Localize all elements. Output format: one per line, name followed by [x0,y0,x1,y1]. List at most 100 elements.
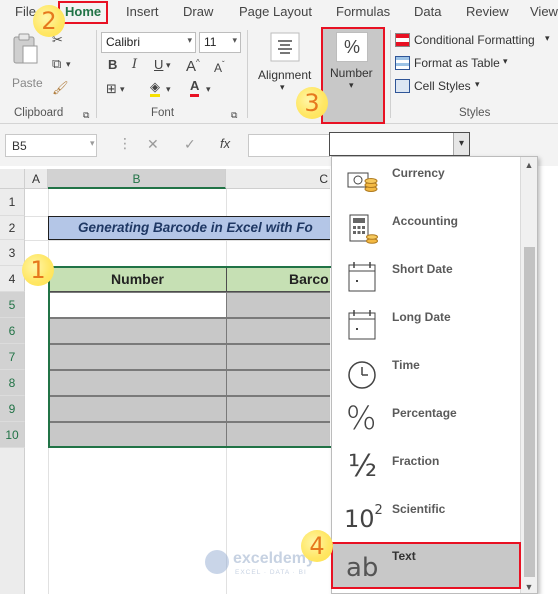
header-cell-barcode[interactable]: Barco [226,266,330,292]
cell-c10[interactable] [226,422,330,448]
chevron-down-icon: ▾ [280,82,285,92]
enter-icon[interactable]: ✓ [184,136,196,153]
cell-styles-button[interactable]: Cell Styles ▾ [395,78,555,96]
row-header-6[interactable]: 6 [0,318,25,344]
cell-c8[interactable] [226,370,330,396]
scientific-base: 10 [344,505,375,533]
cell-b5[interactable] [48,292,227,318]
grow-font-icon[interactable]: A^ [186,56,200,74]
long-date-icon [348,310,376,340]
shrink-font-icon[interactable]: Aˇ [214,58,225,75]
format-as-table-label: Format as Table [414,56,500,70]
menu-item-accounting[interactable]: Accounting [332,205,522,253]
format-as-table-icon [395,56,410,70]
step-callout-3: 3 [296,87,328,119]
scroll-up-icon[interactable]: ▲ [521,157,537,173]
cell-b6[interactable] [48,318,227,344]
row-header-1[interactable]: 1 [0,189,25,216]
clipboard-group-label: Clipboard [14,107,64,119]
format-painter-icon[interactable]: 🖌 [52,81,69,95]
currency-icon [347,172,378,192]
menu-item-short-date[interactable]: Short Date [332,253,522,301]
gridline [25,240,330,241]
scrollbar-thumb[interactable] [524,247,535,577]
number-format-menu: Currency Accounting Short Date Long Date… [331,156,538,594]
cell-b8[interactable] [48,370,227,396]
font-launcher-icon[interactable]: ⧉ [231,108,237,122]
row-header-7[interactable]: 7 [0,344,25,370]
underline-button[interactable]: U [154,58,163,72]
cell-styles-label: Cell Styles [414,79,471,93]
ribbon-separator [96,30,97,118]
menu-item-long-date[interactable]: Long Date [332,301,522,349]
accounting-icon [349,214,378,244]
chevron-down-icon[interactable]: ▾ [453,133,469,155]
number-button-highlight [321,27,385,124]
borders-dropdown-icon[interactable]: ▾ [120,82,125,96]
font-size-select[interactable]: 11 ▾ [199,32,241,53]
font-group-label: Font [151,107,175,119]
alignment-icon [270,32,300,62]
sheet-title-cell[interactable]: Generating Barcode in Excel with Fo [48,216,330,240]
borders-icon[interactable]: ⊞ [106,82,117,96]
row-header-5[interactable]: 5 [0,292,25,318]
tab-insert[interactable]: Insert [126,4,159,19]
bold-button[interactable]: B [108,58,117,72]
paste-button[interactable]: Paste [8,32,44,92]
row-header-9[interactable]: 9 [0,396,25,422]
column-header-c[interactable]: C [226,169,330,189]
menu-item-label: Currency [392,166,445,180]
cell-c7[interactable] [226,344,330,370]
cell-b9[interactable] [48,396,227,422]
format-as-table-button[interactable]: Format as Table ▾ [395,55,555,73]
tab-data[interactable]: Data [414,4,441,19]
menu-item-percentage[interactable]: % Percentage [332,397,522,445]
ribbon-separator [390,30,391,118]
copy-icon[interactable]: ⧉ [52,57,61,71]
cell-c5[interactable] [226,292,330,318]
scroll-down-icon[interactable]: ▼ [521,579,537,593]
step-callout-4: 4 [301,530,333,562]
cancel-icon[interactable]: ✕ [147,136,159,153]
cell-b7[interactable] [48,344,227,370]
column-header-a[interactable]: A [25,169,48,189]
tab-review[interactable]: Review [466,4,509,19]
tab-page-layout[interactable]: Page Layout [239,4,312,19]
menu-scrollbar[interactable]: ▲ ▼ [520,157,537,593]
copy-dropdown-icon[interactable]: ▾ [66,57,71,71]
name-box-dropdown-icon[interactable]: ▾ [90,138,95,149]
clipboard-launcher-icon[interactable]: ⧉ [83,108,89,122]
conditional-formatting-icon [395,33,410,47]
row-header-10[interactable]: 10 [0,422,25,448]
cell-c6[interactable] [226,318,330,344]
formula-input[interactable] [248,134,330,157]
row-header-3[interactable]: 3 [0,240,25,266]
menu-item-fraction[interactable]: ½ Fraction [332,445,522,493]
insert-function-icon[interactable]: fx [220,136,230,151]
name-box[interactable]: B5 [5,134,97,157]
underline-dropdown-icon[interactable]: ▾ [166,58,171,72]
watermark-tagline: EXCEL · DATA · BI [235,569,307,576]
header-cell-number[interactable]: Number [48,266,227,292]
fill-color-icon[interactable]: ◈ [150,80,160,97]
row-header-8[interactable]: 8 [0,370,25,396]
tab-view[interactable]: View [530,4,558,19]
menu-item-scientific[interactable]: 102 Scientific [332,493,522,541]
font-family-select[interactable]: Calibri ▾ [101,32,196,53]
font-color-dropdown-icon[interactable]: ▾ [206,82,211,96]
fill-color-dropdown-icon[interactable]: ▾ [166,82,171,96]
cell-b10[interactable] [48,422,227,448]
font-color-icon[interactable]: A [190,79,200,97]
tab-draw[interactable]: Draw [183,4,213,19]
number-format-combobox[interactable]: ▾ [329,132,470,156]
menu-item-time[interactable]: Time [332,349,522,397]
row-header-2[interactable]: 2 [0,216,25,240]
conditional-formatting-button[interactable]: Conditional Formatting ▾ [395,32,555,50]
tab-formulas[interactable]: Formulas [336,4,390,19]
italic-button[interactable]: I [132,58,137,72]
cell-c9[interactable] [226,396,330,422]
step-callout-2: 2 [33,5,65,37]
menu-item-currency[interactable]: Currency [332,157,522,205]
select-all-corner[interactable] [0,169,25,189]
column-header-b[interactable]: B [48,169,226,189]
